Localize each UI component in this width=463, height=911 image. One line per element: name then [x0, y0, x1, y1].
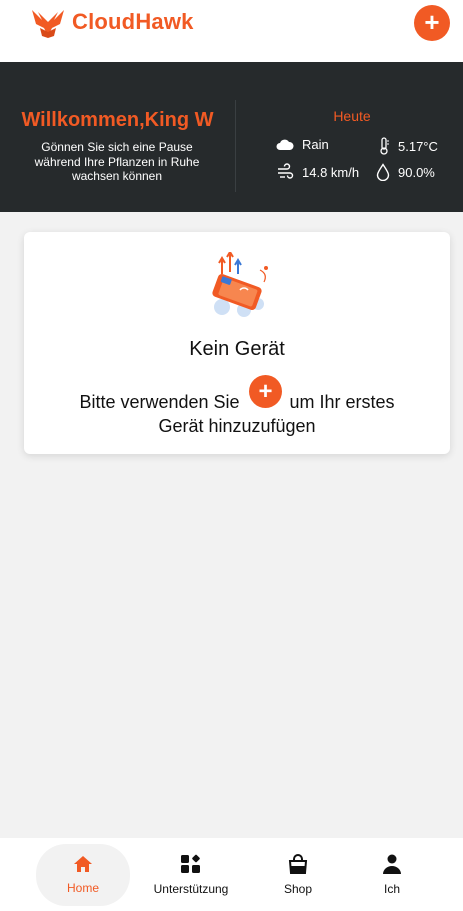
hint-line-2: Gerät hinzuzufügen [158, 416, 316, 436]
person-icon [383, 854, 401, 874]
nav-item-support[interactable]: Unterstützung [144, 844, 238, 906]
shopping-bag-icon [288, 854, 308, 874]
welcome-subtitle: Gönnen Sie sich eine Pause während Ihre … [34, 140, 200, 183]
nav-item-home[interactable]: Home [36, 844, 130, 906]
weather-condition: Rain [276, 137, 329, 152]
weather-condition-text: Rain [302, 137, 329, 152]
wind-icon [278, 163, 294, 179]
empty-state-title: Kein Gerät [189, 338, 285, 360]
nav-item-label: Shop [283, 882, 313, 896]
hint-text-before: Bitte verwenden Sie [79, 392, 240, 412]
empty-devices-card: Kein Gerät Bitte verwenden Sie um Ihr ers… [24, 232, 450, 454]
grid-icon [181, 854, 200, 873]
weather-today-label: Heute [333, 108, 371, 124]
nav-item-profile[interactable]: Ich [345, 844, 439, 906]
hint-line-1: Bitte verwenden Sie um Ihr erstes [24, 390, 450, 414]
plus-icon: + [424, 7, 440, 37]
nav-item-label: Home [66, 881, 99, 895]
bottom-navigation: Home Unterstützung Shop Ich [0, 838, 463, 911]
nav-item-shop[interactable]: Shop [251, 844, 345, 906]
banner-divider [235, 100, 236, 192]
welcome-text: Willkommen,King W [21, 109, 214, 131]
welcome-banner: Willkommen,King W Gönnen Sie sich eine P… [0, 62, 463, 212]
app-header: CloudHawk + [0, 0, 463, 62]
hint-text-after: um Ihr erstes [289, 392, 395, 412]
weather-wind: 14.8 km/h [276, 163, 359, 181]
inline-add-device-button[interactable]: + [249, 375, 282, 408]
weather-temperature: 5.17°C [378, 137, 438, 155]
weather-humidity-text: 90.0% [398, 164, 435, 180]
hawk-logo-icon [32, 10, 64, 38]
weather-temperature-text: 5.17°C [398, 138, 438, 154]
cloud-icon [276, 139, 294, 150]
water-drop-icon [376, 163, 390, 181]
weather-wind-text: 14.8 km/h [302, 164, 360, 180]
home-icon [74, 856, 92, 872]
device-illustration-icon [212, 252, 268, 317]
brand-name: CloudHawk [72, 9, 194, 34]
nav-item-label: Unterstützung [153, 882, 229, 896]
weather-humidity: 90.0% [376, 163, 435, 181]
add-device-button[interactable]: + [414, 5, 450, 41]
nav-item-label: Ich [383, 882, 400, 896]
thermometer-icon [380, 137, 389, 155]
